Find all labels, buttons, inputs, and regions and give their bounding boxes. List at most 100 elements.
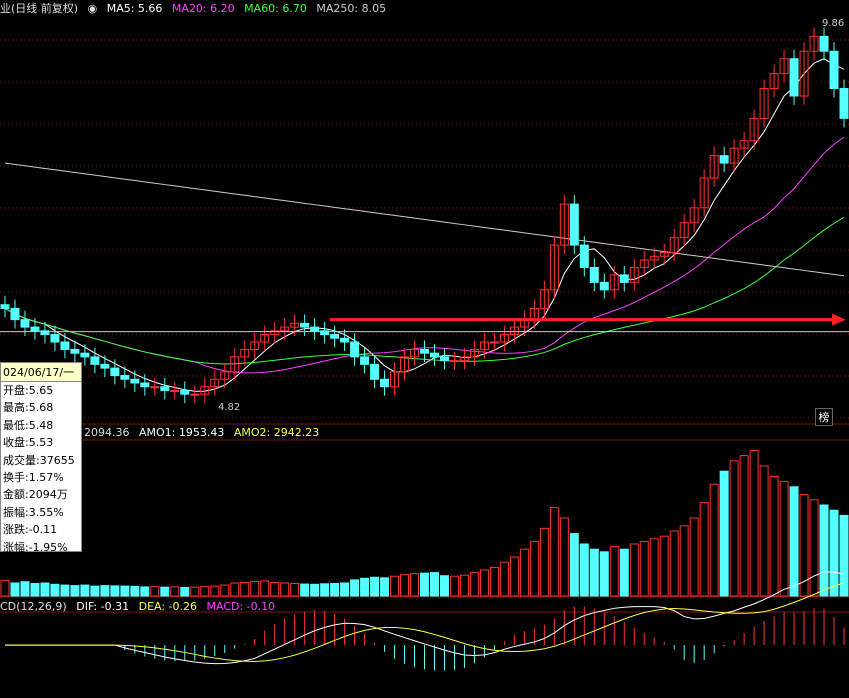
- volume-bar: [320, 583, 330, 597]
- candle-body: [569, 203, 579, 246]
- volume-bar: [140, 586, 150, 597]
- ma250-label: MA250: 8.05: [316, 2, 387, 15]
- volume-bar: [799, 494, 809, 597]
- volume-bar: [759, 465, 769, 597]
- amo2-label: AMO2: 2942.23: [233, 426, 320, 439]
- chart-title: 业(日线 前复权): [0, 2, 79, 15]
- volume-bar: [20, 581, 30, 597]
- volume-bar: [410, 573, 420, 597]
- chart-canvas[interactable]: [0, 0, 849, 698]
- volume-bar: [100, 585, 110, 597]
- macd-legend: CD(12,26,9) DIF: -0.31 DEA: -0.26 MACD: …: [0, 600, 281, 613]
- candle-body: [449, 360, 459, 363]
- tooltip-amplitude: 振幅:3.55%: [3, 505, 64, 519]
- volume-bar: [659, 535, 669, 597]
- volume-bar: [50, 583, 60, 597]
- volume-bar: [539, 527, 549, 597]
- volume-bar: [220, 584, 230, 597]
- candle-body: [80, 352, 90, 358]
- tooltip-date: 024/06/17/一: [1, 363, 81, 382]
- candle-body: [20, 319, 30, 328]
- volume-bar: [669, 530, 679, 597]
- candle-body: [789, 58, 799, 97]
- volume-bar: [599, 551, 609, 597]
- volume-bar: [280, 582, 290, 597]
- candle-body: [429, 352, 439, 358]
- volume-bar: [120, 585, 130, 597]
- tooltip-change: 涨跌:-0.11: [3, 523, 58, 537]
- tooltip-change-pct: 涨幅:-1.95%: [3, 540, 68, 554]
- ohlc-tooltip: 024/06/17/一 开盘:5.65 最高:5.68 最低:5.48 收盘:5…: [0, 362, 82, 554]
- candle-body: [50, 334, 60, 343]
- volume-bar: [0, 579, 10, 597]
- volume-bar: [330, 583, 340, 597]
- volume-bar: [240, 581, 250, 597]
- candle-body: [360, 356, 370, 365]
- volume-bar: [469, 572, 479, 597]
- volume-bar: [400, 574, 410, 597]
- volume-bar: [719, 470, 729, 597]
- candle-body: [10, 307, 20, 321]
- candle-body: [589, 266, 599, 283]
- volume-bar: [260, 580, 270, 597]
- candle-body: [829, 50, 839, 90]
- candle-body: [579, 244, 589, 268]
- ma60-label: MA60: 6.70: [244, 2, 307, 15]
- volume-bar: [429, 572, 439, 597]
- volume-bar: [310, 583, 320, 597]
- volume-bar: [190, 586, 200, 597]
- volume-bar: [80, 584, 90, 597]
- tooltip-turnover: 换手:1.57%: [3, 471, 64, 485]
- volume-bar: [40, 582, 50, 597]
- volume-bar: [30, 583, 40, 597]
- arrow-head-icon: [832, 313, 846, 326]
- volume-bar: [180, 586, 190, 597]
- candlesticks: [0, 27, 849, 404]
- macd-label: MACD: -0.10: [206, 600, 276, 613]
- candle-body: [140, 382, 150, 388]
- volume-bar: [619, 548, 629, 597]
- volume-bar: [60, 584, 70, 597]
- volume-bar: [210, 585, 220, 597]
- candle-body: [420, 348, 429, 354]
- volume-bar: [529, 540, 539, 597]
- tooltip-amount: 金额:2094万: [3, 488, 68, 502]
- volume-bar: [739, 455, 749, 597]
- volume-bar: [769, 475, 779, 597]
- volume-bar: [170, 586, 180, 597]
- candle-body: [120, 375, 130, 380]
- candle-body: [839, 88, 849, 119]
- candle-body: [599, 281, 609, 291]
- volume-bar: [499, 561, 509, 597]
- ma5-label: MA5: 5.66: [106, 2, 163, 15]
- volume-bar: [589, 548, 599, 597]
- candle-body: [489, 341, 499, 344]
- candle-body: [170, 389, 180, 392]
- candle-body: [90, 356, 100, 365]
- volume-bar: [150, 586, 160, 597]
- candle-body: [160, 386, 170, 391]
- volume-bar: [809, 499, 819, 597]
- volume-bar: [679, 525, 689, 597]
- volume-bar: [579, 543, 589, 597]
- volume-bar: [709, 483, 719, 597]
- volume-bar: [370, 576, 380, 597]
- tooltip-volume: 成交量:37655: [3, 453, 75, 467]
- volume-bar: [819, 504, 829, 597]
- ranking-badge[interactable]: 榜: [815, 408, 833, 426]
- candle-body: [300, 322, 310, 328]
- volume-bar: [559, 517, 569, 597]
- volume-bars: [0, 449, 849, 597]
- volume-bar: [689, 517, 699, 597]
- volume-bar: [449, 575, 459, 597]
- tooltip-low: 最低:5.48: [3, 418, 54, 432]
- tooltip-open: 开盘:5.65: [3, 384, 54, 397]
- candle-body: [150, 386, 160, 389]
- volume-bar: [459, 574, 469, 597]
- candle-body: [380, 378, 390, 388]
- volume-bar: [519, 548, 529, 597]
- volume-bar: [609, 546, 619, 597]
- volume-bar: [639, 540, 649, 597]
- candle-body: [719, 155, 729, 164]
- indicator-toggle-icon[interactable]: ◉: [88, 2, 98, 15]
